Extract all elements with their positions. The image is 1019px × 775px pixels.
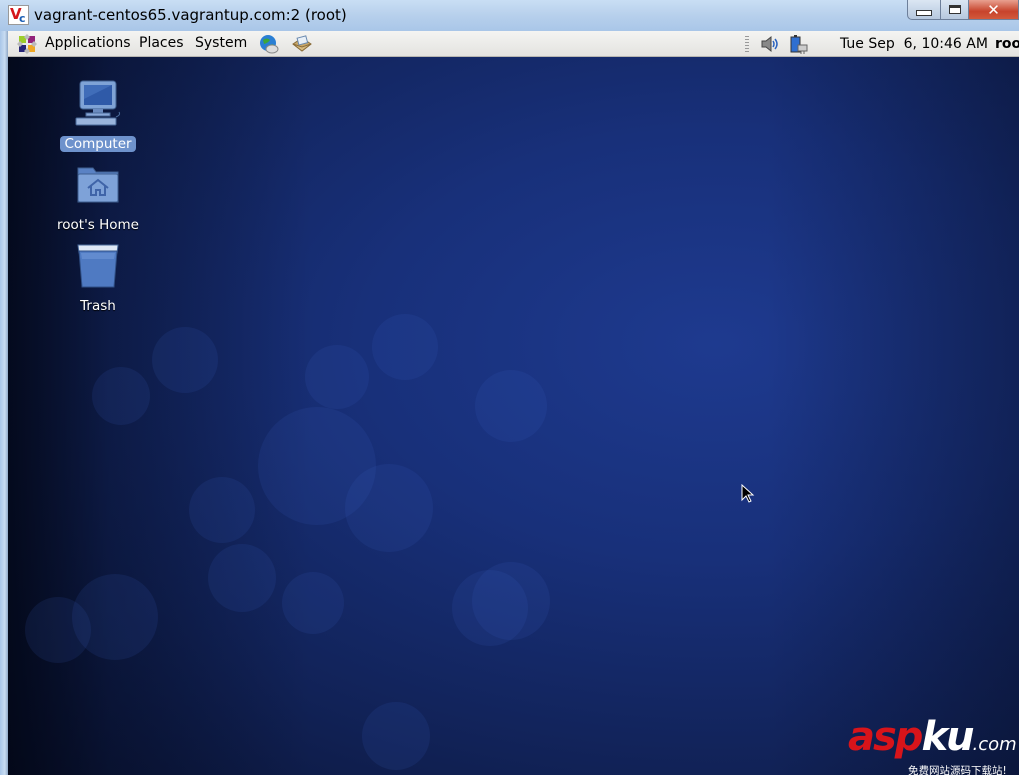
places-menu[interactable]: Places: [139, 35, 184, 51]
window-frame: [0, 31, 8, 775]
applications-menu[interactable]: Applications: [45, 35, 131, 51]
close-button[interactable]: ✕: [969, 0, 1019, 20]
user-menu[interactable]: root: [995, 36, 1019, 52]
close-icon: ✕: [987, 0, 1000, 19]
watermark-white-text: ku: [921, 714, 974, 760]
maximize-button[interactable]: [941, 0, 969, 20]
mouse-cursor-icon: [741, 484, 755, 503]
battery-plug-icon[interactable]: [789, 34, 809, 54]
clock[interactable]: Tue Sep 6, 10:46 AM: [840, 36, 988, 52]
wallpaper-bubble: [372, 314, 438, 380]
desktop-icon-label: Trash: [80, 298, 116, 314]
home-folder-icon: [77, 167, 119, 203]
trash-icon: [77, 244, 119, 288]
globe-mail-icon[interactable]: [259, 34, 279, 54]
desktop[interactable]: Computer root's Home Trash aspku.com 免费网…: [8, 57, 1019, 775]
desktop-icon-trash[interactable]: Trash: [53, 241, 143, 314]
top-panel: Applications Places System Tue Sep 6, 10…: [8, 31, 1019, 57]
envelope-icon[interactable]: [292, 34, 312, 54]
wallpaper-bubble: [282, 572, 344, 634]
wallpaper-bubble: [472, 562, 550, 640]
window-titlebar[interactable]: Vc vagrant-centos65.vagrantup.com:2 (roo…: [0, 0, 1019, 31]
wallpaper-bubble: [345, 464, 433, 552]
wallpaper-bubble: [362, 702, 430, 770]
wallpaper-bubble: [92, 367, 150, 425]
wallpaper-bubble: [152, 327, 218, 393]
wallpaper-bubble: [189, 477, 255, 543]
vnc-icon: Vc: [8, 5, 29, 25]
computer-icon: [75, 80, 121, 126]
watermark-tagline: 免费网站源码下载站!: [908, 765, 1007, 775]
panel-separator: [745, 36, 749, 53]
desktop-icon-label: Computer: [60, 136, 136, 152]
aspku-watermark: aspku.com 免费网站源码下载站!: [848, 717, 1019, 775]
system-menu[interactable]: System: [195, 35, 247, 51]
desktop-icon-home[interactable]: root's Home: [53, 160, 143, 233]
minimize-button[interactable]: [907, 0, 941, 20]
watermark-suffix: .com: [972, 734, 1017, 755]
wallpaper-bubble: [305, 345, 369, 409]
window-title: vagrant-centos65.vagrantup.com:2 (root): [34, 6, 347, 24]
minimize-icon: [916, 9, 932, 16]
wallpaper-bubble: [475, 370, 547, 442]
maximize-icon: [948, 5, 961, 14]
desktop-icon-label: root's Home: [57, 217, 139, 233]
wallpaper-bubble: [25, 597, 91, 663]
wallpaper-bubble: [208, 544, 276, 612]
centos-logo-icon: [17, 34, 37, 54]
speaker-icon[interactable]: [760, 34, 780, 54]
desktop-icon-computer[interactable]: Computer: [53, 79, 143, 152]
watermark-red-text: asp: [848, 714, 923, 760]
